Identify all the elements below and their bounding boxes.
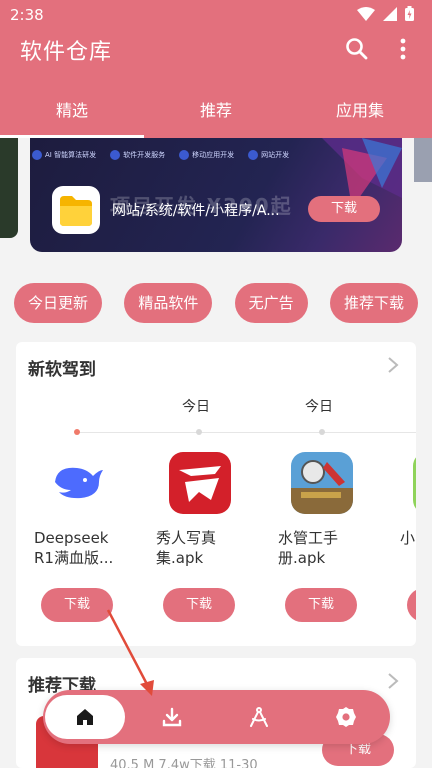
timeline-label: 今日 — [182, 399, 210, 415]
category-chips: 今日更新 精品软件 无广告 推荐下载 — [14, 283, 418, 323]
banner-download-button[interactable]: 下载 — [308, 196, 380, 222]
app-name: 水管工手册.apk — [278, 529, 339, 567]
app-name: Deepseek R1满血版... — [34, 529, 114, 567]
tab-featured[interactable]: 精选 — [0, 90, 144, 138]
banner-tag: 移动应用开发 — [179, 150, 234, 160]
nav-settings[interactable] — [305, 690, 387, 744]
banner-carousel[interactable]: AI 智能算法研发 软件开发服务 移动应用开发 网站开发 项目开发 ¥300起 … — [0, 138, 432, 256]
new-software-card: 新软驾到 今日 今日 Deepseek R1满血版... 下载 秀人写真集.ap… — [16, 342, 416, 646]
status-icons — [357, 6, 414, 21]
banner-next-peek — [414, 138, 432, 182]
wifi-icon — [357, 6, 375, 21]
tab-recommended[interactable]: 推荐 — [144, 90, 288, 138]
download-icon — [162, 707, 182, 727]
app-name: 秀人写真集.apk — [156, 529, 217, 567]
tab-collections[interactable]: 应用集 — [288, 90, 432, 138]
ai-icon — [32, 150, 42, 160]
compass-icon — [250, 707, 268, 727]
battery-icon — [405, 6, 414, 21]
xiuren-app-icon — [169, 452, 231, 514]
search-icon — [346, 38, 368, 60]
chip-premium-software[interactable]: 精品软件 — [124, 283, 213, 323]
whale-app-icon — [47, 452, 109, 514]
tab-bar: 精选 推荐 应用集 — [0, 90, 432, 138]
search-button[interactable] — [344, 36, 370, 62]
chevron-right-icon[interactable] — [386, 356, 400, 374]
banner-tag: AI 智能算法研发 — [32, 150, 96, 160]
app-icon — [413, 452, 416, 514]
timeline-dot — [196, 429, 202, 435]
top-app-bar: 2:38 软件仓库 精选 推荐 应用集 — [0, 0, 432, 138]
mobile-icon — [179, 150, 190, 160]
nav-compass[interactable] — [218, 690, 300, 744]
download-button[interactable]: 下载 — [41, 588, 113, 622]
folder-icon — [52, 186, 100, 234]
chevron-right-icon[interactable] — [386, 672, 400, 690]
globe-icon — [248, 150, 259, 160]
chip-recommended-downloads[interactable]: 推荐下载 — [329, 283, 418, 323]
bottom-navigation — [43, 690, 390, 744]
banner-decoration — [322, 138, 402, 208]
settings-icon — [336, 707, 356, 727]
banner-prev-peek — [0, 138, 18, 238]
banner-description: 网站/系统/软件/小程序/A... — [112, 203, 280, 219]
download-button[interactable]: 下载 — [163, 588, 235, 622]
chip-today-updates[interactable]: 今日更新 — [14, 283, 103, 323]
nav-active-indicator — [45, 695, 125, 739]
banner-tag: 网站开发 — [248, 150, 289, 160]
status-time: 2:38 — [10, 6, 44, 24]
timeline-dot — [319, 429, 325, 435]
nav-home[interactable] — [44, 690, 126, 744]
plumber-tools-app-icon — [291, 452, 353, 514]
timeline-dot — [74, 429, 80, 435]
page-title: 软件仓库 — [20, 40, 113, 65]
download-button[interactable] — [407, 588, 416, 622]
release-timeline: 今日 今日 — [16, 392, 416, 442]
nav-downloads[interactable] — [131, 690, 213, 744]
code-icon — [110, 150, 121, 160]
app-name: 小限 — [400, 529, 416, 547]
more-vertical-icon — [400, 38, 406, 60]
download-button[interactable]: 下载 — [285, 588, 357, 622]
timeline-label: 今日 — [305, 399, 333, 415]
timeline-line — [76, 432, 416, 433]
signal-icon — [383, 6, 397, 21]
chip-no-ads[interactable]: 无广告 — [234, 283, 308, 323]
section-title: 新软驾到 — [28, 360, 96, 380]
app-meta: 40.5 M 7.4w下载 11-30 — [110, 758, 258, 768]
more-options-button[interactable] — [390, 36, 416, 62]
banner-slide[interactable]: AI 智能算法研发 软件开发服务 移动应用开发 网站开发 项目开发 ¥300起 … — [30, 138, 402, 252]
banner-tag: 软件开发服务 — [110, 150, 165, 160]
home-icon — [77, 709, 93, 725]
